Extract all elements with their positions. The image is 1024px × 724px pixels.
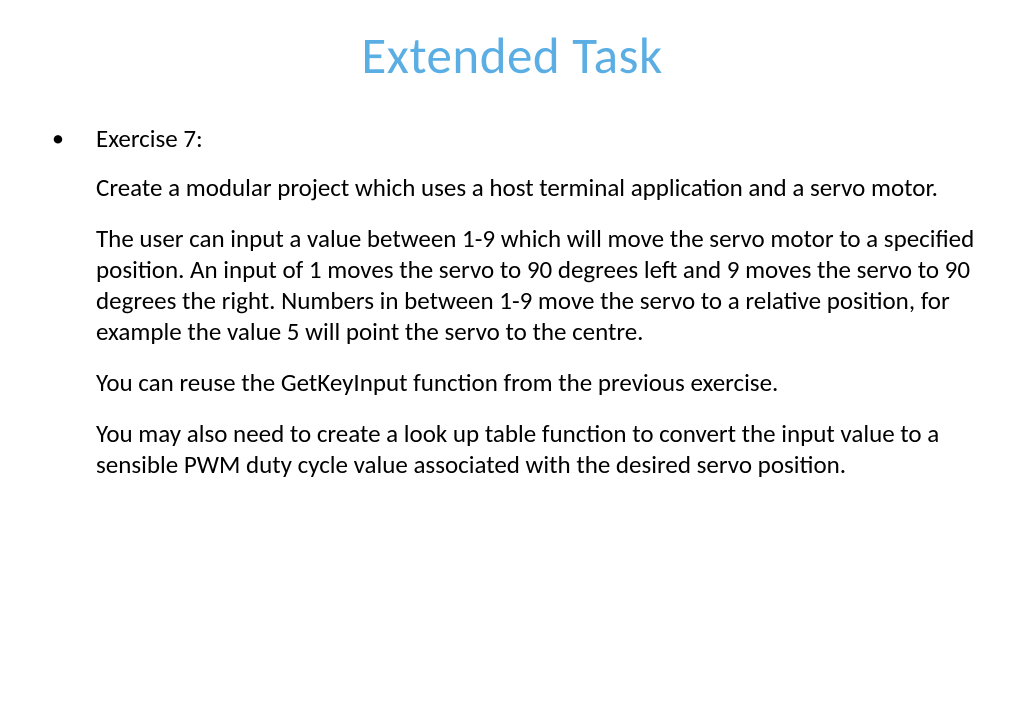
paragraph-3: You can reuse the GetKeyInput function f…: [52, 367, 978, 398]
slide-title: Extended Task: [46, 24, 978, 87]
paragraph-2: The user can input a value between 1-9 w…: [52, 223, 978, 347]
slide-content: • Exercise 7: Create a modular project w…: [46, 123, 978, 480]
bullet-item: • Exercise 7:: [52, 123, 978, 154]
paragraph-1: Create a modular project which uses a ho…: [52, 172, 978, 203]
exercise-label: Exercise 7:: [96, 123, 203, 154]
bullet-marker: •: [52, 123, 96, 154]
paragraph-4: You may also need to create a look up ta…: [52, 418, 978, 480]
